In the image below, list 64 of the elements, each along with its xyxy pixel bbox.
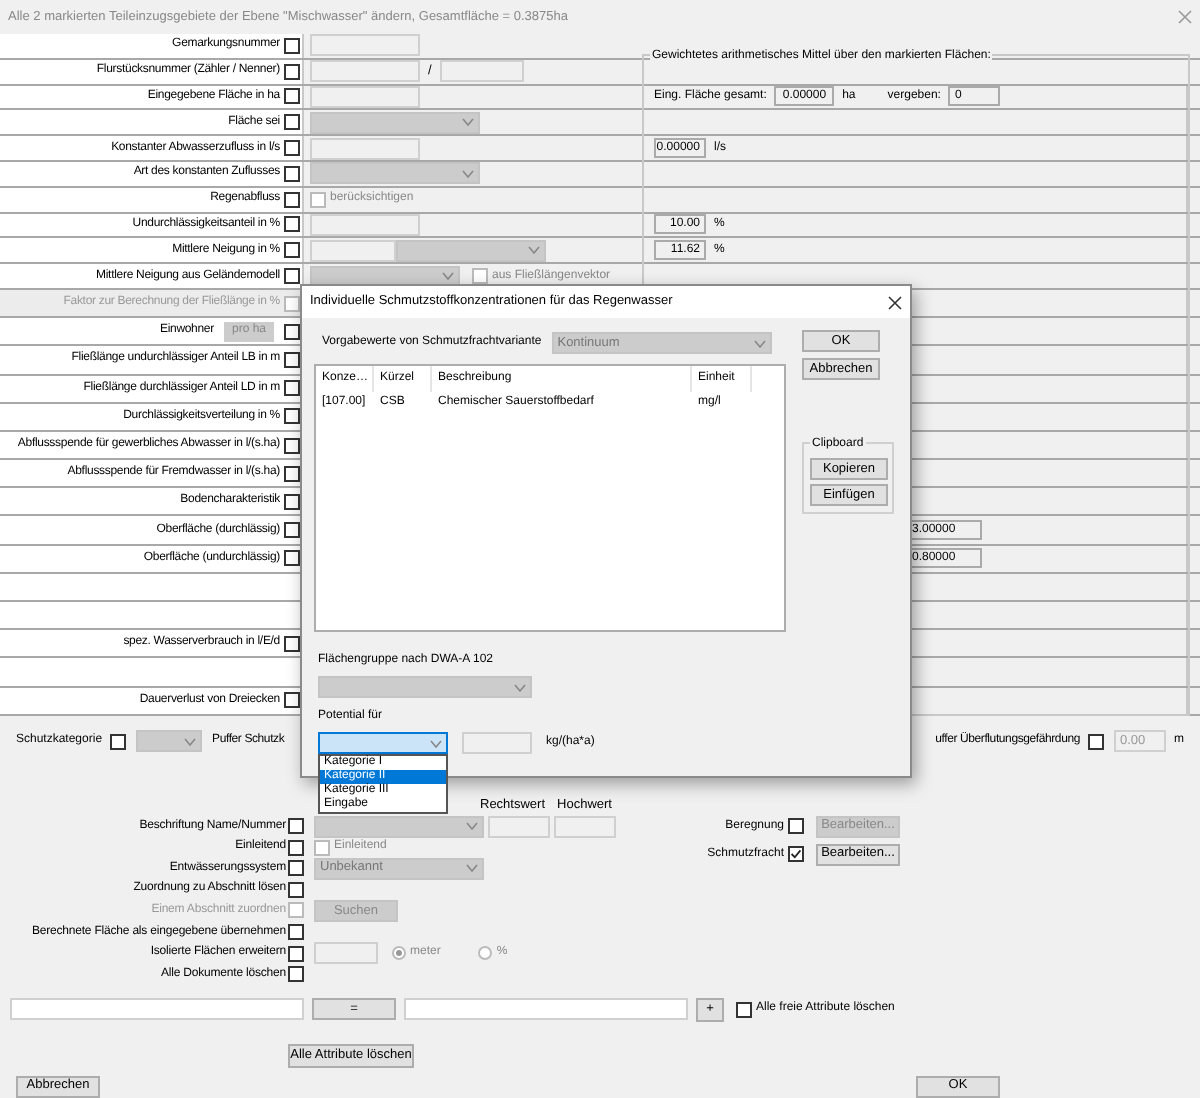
input-field[interactable] bbox=[310, 213, 420, 236]
checkbox[interactable] bbox=[284, 635, 300, 652]
checkbox[interactable] bbox=[288, 966, 304, 983]
chevron-down-icon bbox=[466, 864, 478, 873]
radio-button[interactable] bbox=[478, 946, 493, 961]
checkbox[interactable] bbox=[284, 493, 300, 510]
chevron-down-icon bbox=[528, 246, 540, 255]
input-field[interactable] bbox=[488, 815, 550, 838]
dropdown[interactable] bbox=[318, 732, 448, 754]
checkbox[interactable] bbox=[284, 165, 300, 182]
dropdown[interactable] bbox=[310, 265, 460, 288]
checkbox[interactable] bbox=[284, 323, 300, 340]
checkbox[interactable] bbox=[284, 216, 300, 233]
chevron-down-icon bbox=[514, 683, 526, 691]
checkbox[interactable] bbox=[288, 818, 304, 835]
checkbox[interactable] bbox=[284, 242, 300, 259]
input-field[interactable] bbox=[314, 942, 378, 965]
input-field[interactable] bbox=[554, 815, 616, 838]
input-field[interactable] bbox=[310, 239, 396, 262]
input-field[interactable] bbox=[439, 60, 524, 83]
input-field[interactable] bbox=[404, 998, 688, 1021]
checkbox[interactable] bbox=[736, 1001, 752, 1018]
input-field[interactable] bbox=[310, 60, 420, 83]
checkbox[interactable] bbox=[472, 268, 488, 285]
checkbox[interactable] bbox=[310, 191, 326, 208]
checkbox[interactable] bbox=[288, 945, 304, 962]
checkbox[interactable] bbox=[110, 733, 127, 750]
checkbox[interactable] bbox=[284, 191, 300, 208]
chevron-down-icon bbox=[442, 272, 454, 281]
checkbox[interactable] bbox=[284, 408, 300, 425]
checkbox[interactable] bbox=[284, 140, 300, 157]
checkbox[interactable] bbox=[284, 63, 300, 80]
input-field[interactable] bbox=[310, 137, 420, 160]
checkbox[interactable] bbox=[284, 550, 300, 567]
chevron-down-icon bbox=[184, 737, 197, 746]
radio-button[interactable] bbox=[392, 946, 406, 961]
checkbox[interactable] bbox=[788, 846, 804, 863]
checkbox[interactable] bbox=[288, 839, 304, 856]
checkbox[interactable] bbox=[288, 924, 304, 941]
checkbox[interactable] bbox=[284, 268, 300, 285]
checkbox[interactable] bbox=[284, 437, 300, 453]
input-field[interactable] bbox=[10, 998, 304, 1021]
chevron-down-icon bbox=[466, 822, 478, 831]
input-field[interactable] bbox=[310, 34, 420, 57]
checkmark-icon bbox=[790, 848, 802, 861]
checkbox[interactable] bbox=[314, 839, 330, 856]
chevron-down-icon bbox=[462, 169, 474, 178]
checkbox[interactable] bbox=[284, 692, 300, 709]
input-field[interactable] bbox=[462, 732, 532, 754]
checkbox[interactable] bbox=[288, 860, 304, 877]
checkbox[interactable] bbox=[284, 465, 300, 482]
chevron-down-icon bbox=[430, 739, 442, 747]
checkbox[interactable] bbox=[1088, 733, 1104, 750]
input-field[interactable] bbox=[310, 85, 420, 108]
checkbox[interactable] bbox=[284, 522, 300, 539]
checkbox[interactable] bbox=[288, 881, 304, 898]
checkbox[interactable] bbox=[284, 37, 300, 54]
close-icon[interactable] bbox=[888, 295, 902, 309]
checkbox[interactable] bbox=[284, 351, 300, 368]
chevron-down-icon bbox=[753, 339, 766, 347]
checkbox[interactable] bbox=[284, 114, 300, 131]
checkbox[interactable] bbox=[284, 380, 300, 397]
checkbox[interactable] bbox=[284, 88, 300, 105]
chevron-down-icon bbox=[462, 118, 474, 127]
